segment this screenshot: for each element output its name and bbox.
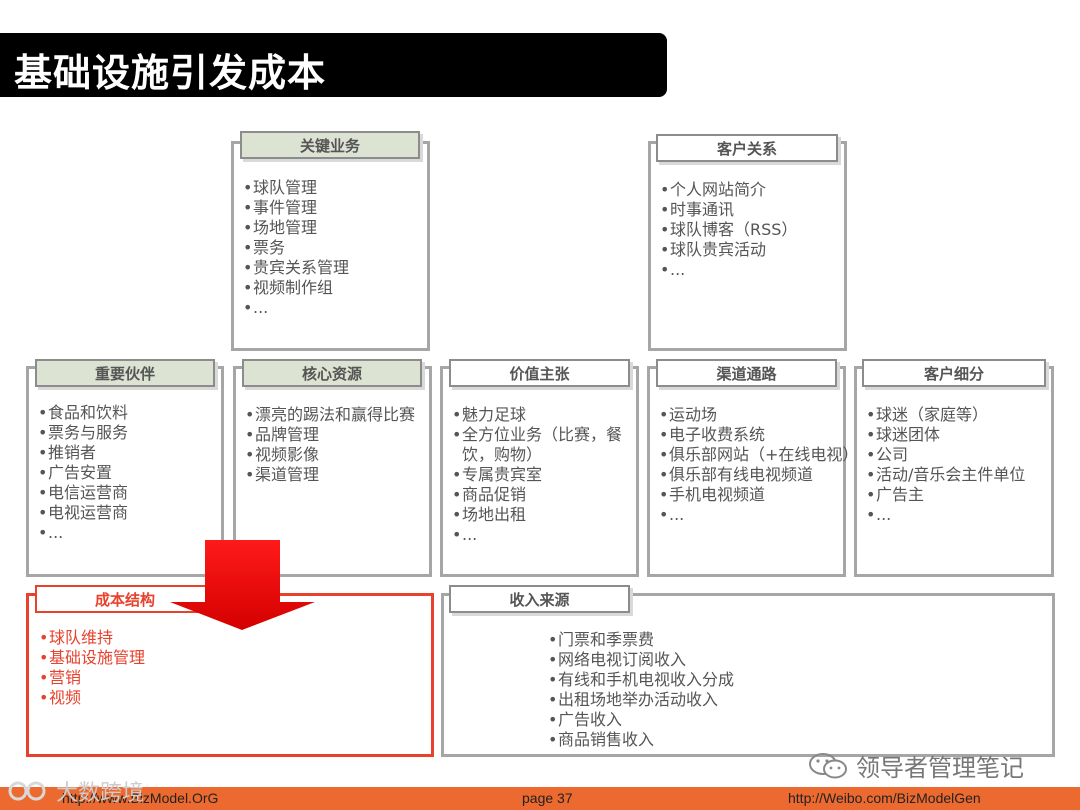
watermark-left: 大数跨境 [6, 775, 144, 807]
list-item: 有线和手机电视收入分成 [548, 670, 734, 690]
list-item: ... [660, 260, 797, 280]
list-item: 门票和季票费 [548, 630, 734, 650]
list-item: 出租场地举办活动收入 [548, 690, 734, 710]
list-item: 漂亮的踢法和赢得比赛 [245, 405, 415, 425]
list-item: 电信运营商 [38, 483, 128, 503]
slide-title-bar: 基础设施引发成本 [0, 33, 667, 97]
footer-right-link[interactable]: http://Weibo.com/BizModelGen [788, 790, 981, 806]
key-activities-list: 球队管理 事件管理 场地管理 票务 贵宾关系管理 视频制作组 ... [243, 178, 349, 318]
value-propositions-list: 魅力足球 全方位业务（比赛，餐 饮，购物） 专属贵宾室 商品促销 场地出租 ..… [452, 405, 622, 545]
list-item: 营销 [39, 668, 145, 688]
watermark-left-text: 大数跨境 [56, 781, 145, 806]
slide-title: 基础设施引发成本 [14, 51, 327, 95]
list-item: 球迷（家庭等） [866, 405, 1025, 425]
list-item: 商品销售收入 [548, 730, 734, 750]
list-item: 球队维持 [39, 628, 145, 648]
list-item: 食品和饮料 [38, 403, 128, 423]
key-resources-list: 漂亮的踢法和赢得比赛 品牌管理 视频影像 渠道管理 [245, 405, 415, 485]
list-item: 基础设施管理 [39, 648, 145, 668]
list-item: 渠道管理 [245, 465, 415, 485]
list-item: 球队博客（RSS） [660, 220, 797, 240]
brand-logo-icon [8, 781, 46, 801]
list-item: 视频影像 [245, 445, 415, 465]
list-item: 运动场 [659, 405, 858, 425]
block-customer-relationships: 个人网站简介 时事通讯 球队博客（RSS） 球队贵宾活动 ... [648, 141, 847, 351]
list-item: 票务 [243, 238, 349, 258]
list-item: 球迷团体 [866, 425, 1025, 445]
list-item: 个人网站简介 [660, 180, 797, 200]
list-item: ... [38, 523, 128, 543]
list-item: ... [659, 505, 858, 525]
tag-value-propositions: 价值主张 [449, 359, 630, 387]
list-item: 广告安置 [38, 463, 128, 483]
block-key-activities: 球队管理 事件管理 场地管理 票务 贵宾关系管理 视频制作组 ... [231, 141, 430, 351]
tag-key-resources: 核心资源 [242, 359, 422, 387]
list-item: 专属贵宾室 [452, 465, 622, 485]
list-item: 球队管理 [243, 178, 349, 198]
list-item: 视频 [39, 688, 145, 708]
list-item: ... [243, 298, 349, 318]
list-item: 公司 [866, 445, 1025, 465]
tag-channels: 渠道通路 [656, 359, 837, 387]
customer-segments-list: 球迷（家庭等） 球迷团体 公司 活动/音乐会主件单位 广告主 ... [866, 405, 1025, 525]
list-item: 贵宾关系管理 [243, 258, 349, 278]
block-revenue-streams: 门票和季票费 网络电视订阅收入 有线和手机电视收入分成 出租场地举办活动收入 广… [441, 593, 1055, 757]
wechat-icon [809, 752, 847, 778]
list-item: 俱乐部网站（+在线电视） [659, 445, 858, 465]
cost-structure-list: 球队维持 基础设施管理 营销 视频 [39, 628, 145, 708]
list-item: 视频制作组 [243, 278, 349, 298]
tag-customer-segments: 客户细分 [862, 359, 1046, 387]
block-channels: 运动场 电子收费系统 俱乐部网站（+在线电视） 俱乐部有线电视频道 手机电视频道… [647, 366, 858, 577]
list-item: 网络电视订阅收入 [548, 650, 734, 670]
channels-list: 运动场 电子收费系统 俱乐部网站（+在线电视） 俱乐部有线电视频道 手机电视频道… [659, 405, 858, 525]
list-item: 电子收费系统 [659, 425, 858, 445]
list-item: 时事通讯 [660, 200, 797, 220]
key-partners-list: 食品和饮料 票务与服务 推销者 广告安置 电信运营商 电视运营商 ... [38, 403, 128, 543]
watermark-text: 领导者管理笔记 [856, 754, 1024, 782]
block-customer-segments: 球迷（家庭等） 球迷团体 公司 活动/音乐会主件单位 广告主 ... [854, 366, 1054, 577]
list-item: 推销者 [38, 443, 128, 463]
list-item: 电视运营商 [38, 503, 128, 523]
list-item: 手机电视频道 [659, 485, 858, 505]
list-item: 广告收入 [548, 710, 734, 730]
down-arrow-icon [170, 540, 315, 630]
list-item: 事件管理 [243, 198, 349, 218]
tag-revenue-streams: 收入来源 [449, 585, 630, 613]
tag-customer-relationships: 客户关系 [656, 134, 838, 162]
list-item: 活动/音乐会主件单位 [866, 465, 1025, 485]
list-item: 商品促销 [452, 485, 622, 505]
footer-bar: http://www.BizModel.OrG page 37 http://W… [0, 787, 1080, 810]
list-item: ... [866, 505, 1025, 525]
page-number: page 37 [522, 790, 573, 806]
list-item: 品牌管理 [245, 425, 415, 445]
list-item: 场地出租 [452, 505, 622, 525]
tag-key-partners: 重要伙伴 [35, 359, 215, 387]
watermark-wechat: 领导者管理笔记 [808, 748, 1024, 783]
list-item: 俱乐部有线电视频道 [659, 465, 858, 485]
list-item: 广告主 [866, 485, 1025, 505]
block-value-propositions: 魅力足球 全方位业务（比赛，餐 饮，购物） 专属贵宾室 商品促销 场地出租 ..… [440, 366, 639, 577]
list-item: 票务与服务 [38, 423, 128, 443]
list-item-continuation: 饮，购物） [462, 445, 543, 464]
list-item: 魅力足球 [452, 405, 622, 425]
list-item: 全方位业务（比赛，餐 [452, 425, 622, 445]
revenue-streams-list: 门票和季票费 网络电视订阅收入 有线和手机电视收入分成 出租场地举办活动收入 广… [548, 630, 734, 750]
list-item: ... [452, 525, 622, 545]
customer-relationships-list: 个人网站简介 时事通讯 球队博客（RSS） 球队贵宾活动 ... [660, 180, 797, 280]
list-item: 场地管理 [243, 218, 349, 238]
tag-key-activities: 关键业务 [240, 131, 420, 159]
list-item: 球队贵宾活动 [660, 240, 797, 260]
